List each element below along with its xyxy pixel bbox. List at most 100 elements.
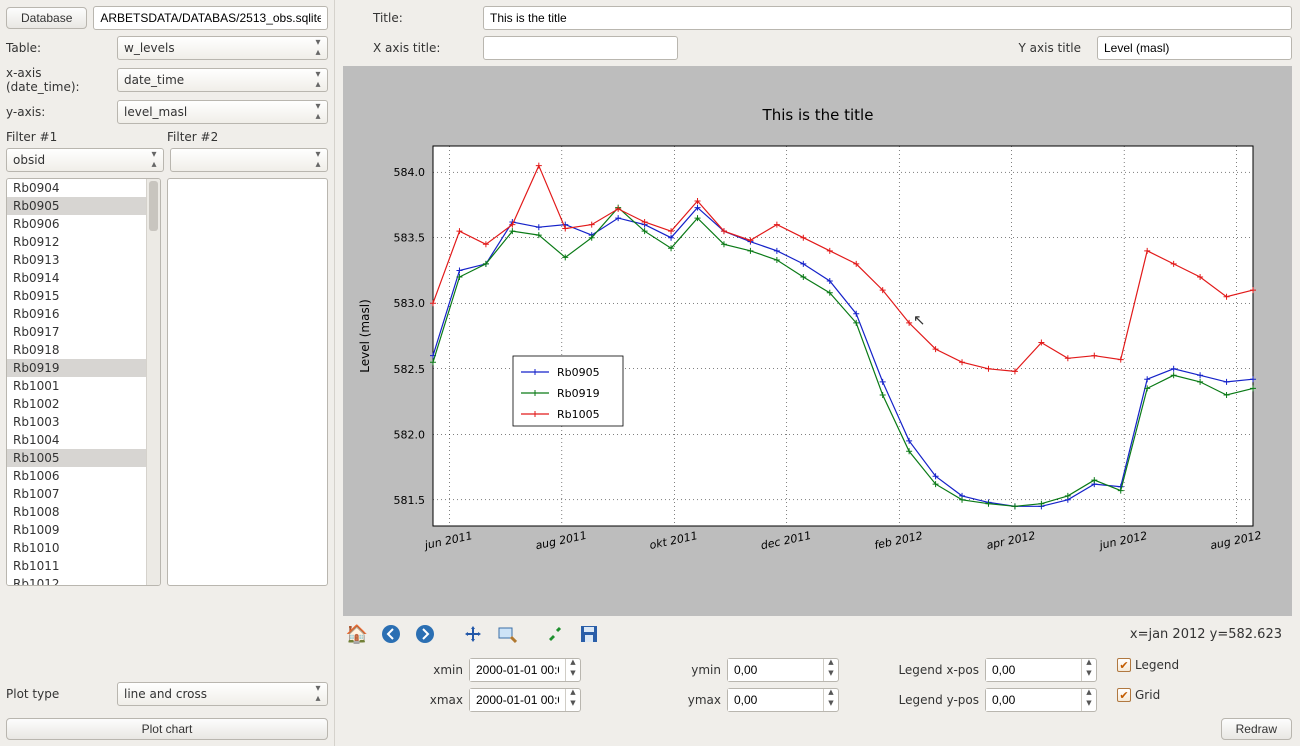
caret-icon: ▾▴ (313, 684, 323, 704)
list-item[interactable]: Rb1004 (7, 431, 160, 449)
y-axis-title-label: Y axis title (972, 41, 1087, 55)
forward-icon[interactable] (411, 620, 439, 648)
list-item[interactable]: Rb1001 (7, 377, 160, 395)
ymin-spin[interactable]: ▲▼ (727, 658, 839, 682)
list-item[interactable]: Rb0905 (7, 197, 160, 215)
svg-text:apr 2012: apr 2012 (985, 529, 1036, 552)
svg-text:aug 2011: aug 2011 (534, 529, 588, 553)
list-item[interactable]: Rb1003 (7, 413, 160, 431)
filter1-value: obsid (13, 153, 45, 167)
spin-down-icon[interactable]: ▼ (566, 700, 580, 711)
legend-y-spin[interactable]: ▲▼ (985, 688, 1097, 712)
grid-checkbox[interactable]: ✔Grid (1117, 688, 1179, 702)
list-item[interactable]: Rb0914 (7, 269, 160, 287)
list-item[interactable]: Rb1008 (7, 503, 160, 521)
left-panel: Database Table: w_levels▾▴ x-axis (date_… (0, 0, 335, 746)
list-item[interactable]: Rb1002 (7, 395, 160, 413)
legend-checkbox[interactable]: ✔Legend (1117, 658, 1179, 672)
database-path-input[interactable] (93, 6, 328, 30)
yaxis-select[interactable]: level_masl▾▴ (117, 100, 328, 124)
list-item[interactable]: Rb0913 (7, 251, 160, 269)
ymax-label: ymax (661, 693, 721, 707)
xmin-spin[interactable]: ▲▼ (469, 658, 581, 682)
table-label: Table: (6, 41, 111, 55)
list-item[interactable]: Rb1005 (7, 449, 160, 467)
spin-down-icon[interactable]: ▼ (1082, 700, 1096, 711)
list-item[interactable]: Rb1010 (7, 539, 160, 557)
y-axis-title-input[interactable] (1097, 36, 1292, 60)
x-axis-title-label: X axis title: (343, 41, 473, 55)
table-select[interactable]: w_levels ▾▴ (117, 36, 328, 60)
list-item[interactable]: Rb0916 (7, 305, 160, 323)
obsid-listbox[interactable]: Rb0904Rb0905Rb0906Rb0912Rb0913Rb0914Rb09… (6, 178, 161, 586)
list-item[interactable]: Rb1012 (7, 575, 160, 586)
list-item[interactable]: Rb0917 (7, 323, 160, 341)
svg-text:jun 2012: jun 2012 (1096, 529, 1148, 552)
filter2-select[interactable]: ▾▴ (170, 148, 328, 172)
scrollbar[interactable] (146, 179, 160, 585)
spin-down-icon[interactable]: ▼ (1082, 670, 1096, 681)
ymax-input[interactable] (728, 689, 823, 711)
svg-text:aug 2012: aug 2012 (1208, 529, 1262, 553)
home-icon[interactable]: 🏠 (343, 620, 371, 648)
svg-text:583.0: 583.0 (393, 297, 425, 310)
list-item[interactable]: Rb0915 (7, 287, 160, 305)
legend-x-spin[interactable]: ▲▼ (985, 658, 1097, 682)
grid-checkbox-label: Grid (1135, 688, 1160, 702)
legend-x-input[interactable] (986, 659, 1081, 681)
list-item[interactable]: Rb1007 (7, 485, 160, 503)
list-item[interactable]: Rb0912 (7, 233, 160, 251)
caret-icon: ▾▴ (313, 38, 323, 58)
xmax-spin[interactable]: ▲▼ (469, 688, 581, 712)
filter1-select[interactable]: obsid ▾▴ (6, 148, 164, 172)
plot-chart-button[interactable]: Plot chart (6, 718, 328, 740)
list-item[interactable]: Rb0919 (7, 359, 160, 377)
list-item[interactable]: Rb1009 (7, 521, 160, 539)
database-button[interactable]: Database (6, 7, 87, 29)
list-item[interactable]: Rb0906 (7, 215, 160, 233)
yaxis-value: level_masl (124, 105, 187, 119)
svg-text:jun 2011: jun 2011 (421, 529, 473, 552)
chart: This is the titleLevel (masl)581.5582.05… (353, 96, 1283, 586)
caret-icon: ▾▴ (149, 150, 159, 170)
list-item[interactable]: Rb0918 (7, 341, 160, 359)
list-item[interactable]: Rb1011 (7, 557, 160, 575)
zoom-icon[interactable] (493, 620, 521, 648)
x-axis-title-input[interactable] (483, 36, 678, 60)
title-input[interactable] (483, 6, 1292, 30)
right-panel: Title: X axis title: Y axis title This i… (335, 0, 1300, 746)
back-icon[interactable] (377, 620, 405, 648)
filter2-listbox[interactable] (167, 178, 328, 586)
xmin-input[interactable] (470, 659, 565, 681)
xmin-label: xmin (403, 663, 463, 677)
ymin-label: ymin (661, 663, 721, 677)
plot-type-label: Plot type (6, 687, 111, 701)
caret-icon: ▾▴ (313, 150, 323, 170)
ymax-spin[interactable]: ▲▼ (727, 688, 839, 712)
svg-text:582.5: 582.5 (393, 363, 425, 376)
svg-text:Rb0905: Rb0905 (557, 366, 600, 379)
pan-icon[interactable] (459, 620, 487, 648)
svg-text:581.5: 581.5 (393, 494, 425, 507)
configure-icon[interactable] (541, 620, 569, 648)
spin-down-icon[interactable]: ▼ (824, 700, 838, 711)
legend-y-input[interactable] (986, 689, 1081, 711)
cursor-coordinates: x=jan 2012 y=582.623 (1130, 627, 1292, 642)
xmax-input[interactable] (470, 689, 565, 711)
save-icon[interactable] (575, 620, 603, 648)
spin-down-icon[interactable]: ▼ (566, 670, 580, 681)
svg-text:583.5: 583.5 (393, 232, 425, 245)
list-item[interactable]: Rb1006 (7, 467, 160, 485)
title-label: Title: (343, 11, 473, 25)
spin-down-icon[interactable]: ▼ (824, 670, 838, 681)
redraw-button[interactable]: Redraw (1221, 718, 1292, 740)
table-value: w_levels (124, 41, 175, 55)
svg-text:Level (masl): Level (masl) (358, 299, 372, 372)
list-item[interactable]: Rb0904 (7, 179, 160, 197)
plot-area: This is the titleLevel (masl)581.5582.05… (343, 66, 1292, 616)
ymin-input[interactable] (728, 659, 823, 681)
scrollbar-thumb[interactable] (149, 181, 158, 231)
xaxis-select[interactable]: date_time▾▴ (117, 68, 328, 92)
svg-text:dec 2011: dec 2011 (759, 529, 812, 552)
plot-type-select[interactable]: line and cross▾▴ (117, 682, 328, 706)
